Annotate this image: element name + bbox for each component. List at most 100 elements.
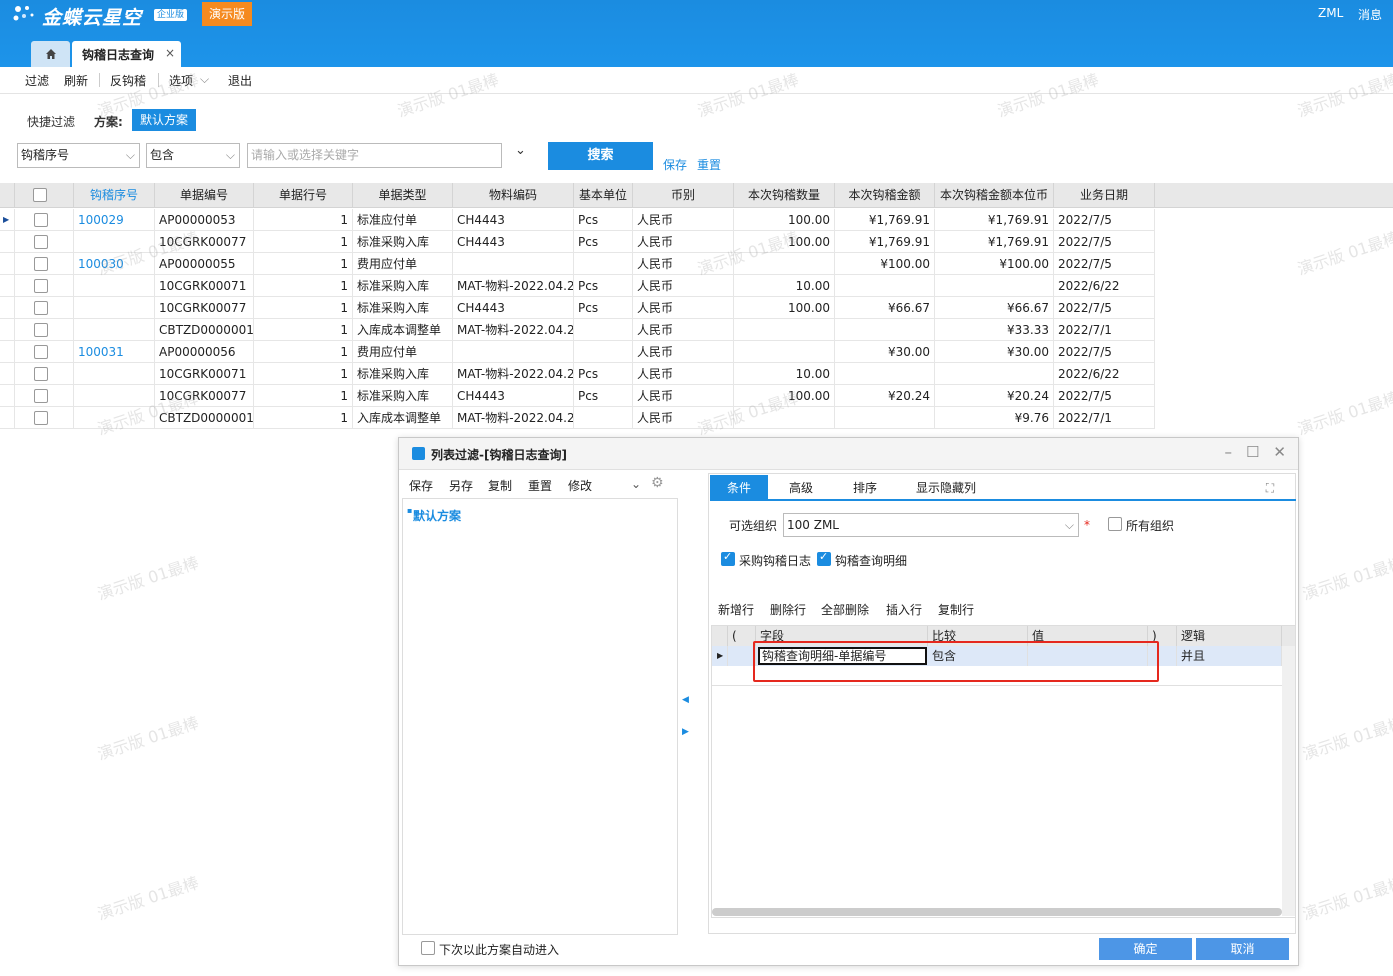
auto-enter-checkbox[interactable] xyxy=(421,941,435,955)
user-name[interactable]: ZML xyxy=(1318,6,1343,20)
reset-link[interactable]: 重置 xyxy=(697,156,721,173)
maximize-icon[interactable]: ☐ xyxy=(1246,443,1273,461)
unhook-button[interactable]: 反钩稽 xyxy=(110,72,146,89)
row-checkbox[interactable] xyxy=(34,323,48,337)
close-icon[interactable]: × xyxy=(165,46,175,60)
purchase-log-checkbox[interactable] xyxy=(721,550,735,566)
delete-all-button[interactable]: 全部删除 xyxy=(821,601,869,618)
tab-show-hide-columns[interactable]: 显示隐藏列 xyxy=(906,475,986,501)
table-row[interactable]: ▶ 100029 AP00000053 1 标准应付单 CH4443 Pcs 人民币 100.0… xyxy=(0,209,1155,231)
column-header-hook-amount-base[interactable]: 本次钩稽金额本位币 xyxy=(935,183,1054,208)
column-header-biz-date[interactable]: 业务日期 xyxy=(1054,183,1155,208)
column-header-bill-no[interactable]: 单据编号 xyxy=(155,183,254,208)
dialog-copy-button[interactable]: 复制 xyxy=(488,477,512,494)
ok-button[interactable]: 确定 xyxy=(1099,938,1192,960)
cell-currency: 人民币 xyxy=(633,319,734,341)
cell-hook-seq[interactable] xyxy=(74,385,155,407)
select-all-checkbox[interactable] xyxy=(33,188,47,202)
horizontal-scrollbar[interactable] xyxy=(712,908,1282,916)
column-header-bill-line[interactable]: 单据行号 xyxy=(254,183,353,208)
dialog-save-as-button[interactable]: 另存 xyxy=(449,477,473,494)
scheme-item-default[interactable]: 默认方案 xyxy=(407,506,461,524)
row-checkbox[interactable] xyxy=(34,301,48,315)
table-row[interactable]: 10CGRK00077 1 标准采购入库 CH4443 Pcs 人民币 100.00 ¥66.… xyxy=(0,297,1155,319)
row-checkbox[interactable] xyxy=(34,235,48,249)
query-detail-label: 钩稽查询明细 xyxy=(835,554,908,568)
cell-hook-seq[interactable] xyxy=(74,363,155,385)
tab-condition[interactable]: 条件 xyxy=(710,475,768,501)
cell-biz-date: 2022/6/22 xyxy=(1054,275,1155,297)
cell-bill-type: 费用应付单 xyxy=(353,341,453,363)
column-header-bill-type[interactable]: 单据类型 xyxy=(353,183,453,208)
exit-button[interactable]: 退出 xyxy=(228,72,252,89)
cell-material-code: MAT-物料-2022.04.2 xyxy=(453,407,574,429)
cell-hook-seq[interactable] xyxy=(74,319,155,341)
default-scheme-button[interactable]: 默认方案 xyxy=(132,109,196,131)
copy-row-button[interactable]: 复制行 xyxy=(938,601,974,618)
collapse-left-icon[interactable]: ◀ xyxy=(682,695,689,705)
all-org-checkbox[interactable] xyxy=(1108,517,1122,531)
logic-cell[interactable]: 并且 xyxy=(1177,646,1282,666)
table-row[interactable]: 100030 AP00000055 1 费用应付单 人民币 ¥100.00 ¥100.00 2… xyxy=(0,253,1155,275)
row-checkbox[interactable] xyxy=(34,389,48,403)
column-header-hook-qty[interactable]: 本次钩稽数量 xyxy=(734,183,835,208)
tab-sort[interactable]: 排序 xyxy=(840,475,890,501)
table-row[interactable]: 10CGRK00077 1 标准采购入库 CH4443 Pcs 人民币 100.00 ¥20.… xyxy=(0,385,1155,407)
insert-row-button[interactable]: 插入行 xyxy=(886,601,922,618)
query-detail-checkbox[interactable] xyxy=(817,550,831,566)
table-row[interactable]: 10CGRK00071 1 标准采购入库 MAT-物料-2022.04.2 Pcs 人民币… xyxy=(0,275,1155,297)
save-link[interactable]: 保存 xyxy=(663,156,687,173)
cell-hook-seq[interactable] xyxy=(74,407,155,429)
column-header-base-unit[interactable]: 基本单位 xyxy=(574,183,633,208)
fullscreen-icon[interactable]: ⛶ xyxy=(1260,475,1280,501)
row-checkbox[interactable] xyxy=(34,257,48,271)
dialog-save-button[interactable]: 保存 xyxy=(409,477,433,494)
row-pointer-icon: ▶ xyxy=(712,646,728,666)
chevron-down-icon[interactable]: ⌄ xyxy=(631,477,641,491)
dialog-modify-button[interactable]: 修改 xyxy=(568,477,592,494)
tab-advanced[interactable]: 高级 xyxy=(776,475,826,501)
tab-hook-log-query[interactable]: 钩稽日志查询 × xyxy=(72,41,181,67)
column-header-material-code[interactable]: 物料编码 xyxy=(453,183,574,208)
cell-hook-seq[interactable]: 100029 xyxy=(74,209,155,231)
cell-hook-seq[interactable]: 100031 xyxy=(74,341,155,363)
filter-button[interactable]: 过滤 xyxy=(25,72,49,89)
column-header-currency[interactable]: 币别 xyxy=(633,183,734,208)
cell-open-paren[interactable] xyxy=(728,646,756,666)
row-checkbox[interactable] xyxy=(34,279,48,293)
table-row[interactable]: 100031 AP00000056 1 费用应付单 人民币 ¥30.00 ¥30.00 202… xyxy=(0,341,1155,363)
keyword-input[interactable]: 请输入或选择关键字 xyxy=(247,143,502,168)
close-icon[interactable]: ✕ xyxy=(1273,443,1286,461)
row-checkbox[interactable] xyxy=(34,411,48,425)
dialog-reset-button[interactable]: 重置 xyxy=(528,477,552,494)
table-row[interactable]: 10CGRK00077 1 标准采购入库 CH4443 Pcs 人民币 100.00 ¥1,7… xyxy=(0,231,1155,253)
row-checkbox[interactable] xyxy=(34,345,48,359)
operator-select[interactable]: 包含 ⌵ xyxy=(146,143,240,168)
expand-icon[interactable]: ⌄ xyxy=(515,143,526,158)
table-row[interactable]: CBTZD00000019 1 入库成本调整单 MAT-物料-2022.04.2 人民币… xyxy=(0,407,1155,429)
cell-hook-seq[interactable] xyxy=(74,275,155,297)
gear-icon[interactable]: ⚙ xyxy=(651,475,664,491)
options-button[interactable]: 选项 xyxy=(169,72,193,89)
home-tab[interactable] xyxy=(31,41,70,67)
field-select[interactable]: 钩稽序号 ⌵ xyxy=(17,143,140,168)
row-checkbox[interactable] xyxy=(34,213,48,227)
search-button[interactable]: 搜索 xyxy=(548,142,653,170)
cell-hook-seq[interactable] xyxy=(74,231,155,253)
minimize-icon[interactable]: – xyxy=(1224,443,1246,461)
cell-hook-seq[interactable] xyxy=(74,297,155,319)
column-header-hook-seq[interactable]: 钩稽序号 xyxy=(74,183,155,208)
org-select[interactable]: 100 ZML ⌵ xyxy=(783,513,1079,537)
delete-row-button[interactable]: 删除行 xyxy=(770,601,806,618)
vertical-scrollbar[interactable] xyxy=(1282,646,1295,916)
row-checkbox[interactable] xyxy=(34,367,48,381)
table-row[interactable]: CBTZD00000018 1 入库成本调整单 MAT-物料-2022.04.2 人民币… xyxy=(0,319,1155,341)
column-header-hook-amount[interactable]: 本次钩稽金额 xyxy=(835,183,935,208)
table-row[interactable]: 10CGRK00071 1 标准采购入库 MAT-物料-2022.04.2 Pcs 人民币… xyxy=(0,363,1155,385)
cell-hook-seq[interactable]: 100030 xyxy=(74,253,155,275)
messages-link[interactable]: 消息 xyxy=(1358,6,1382,23)
refresh-button[interactable]: 刷新 xyxy=(64,72,88,89)
add-row-button[interactable]: 新增行 xyxy=(718,601,754,618)
cancel-button[interactable]: 取消 xyxy=(1196,938,1289,960)
expand-right-icon[interactable]: ▶ xyxy=(682,727,689,737)
